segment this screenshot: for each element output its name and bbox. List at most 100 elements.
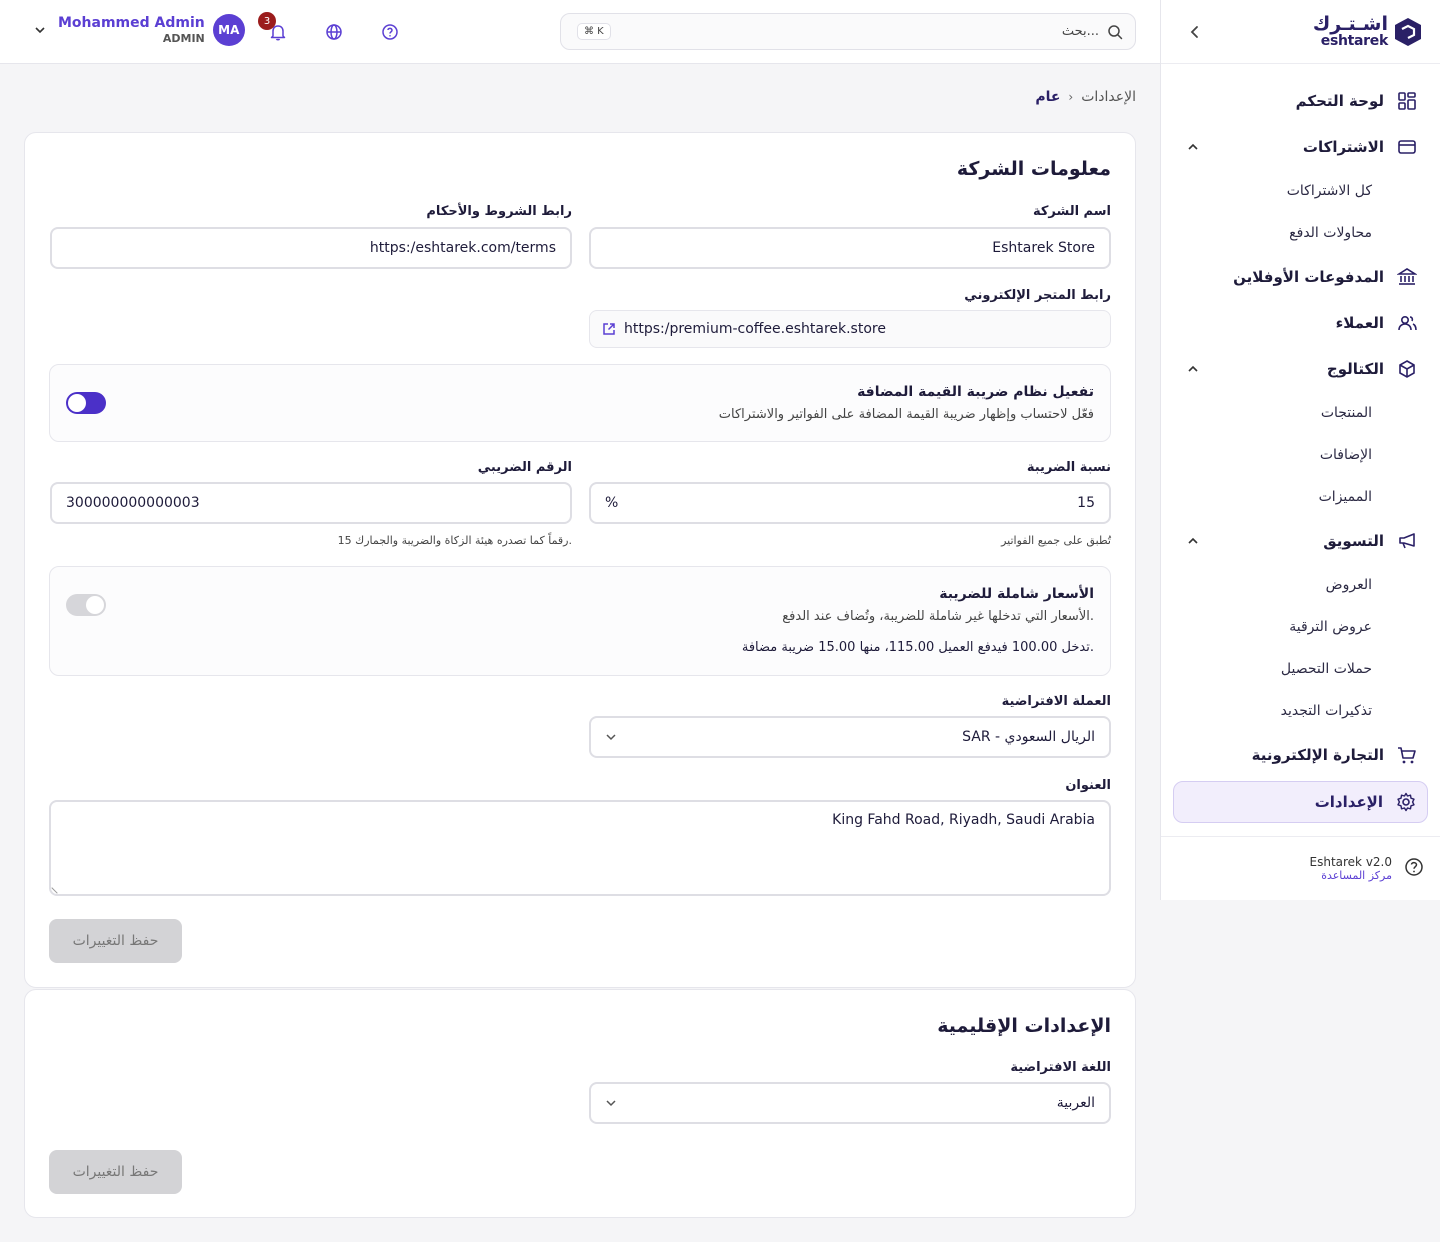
globe-icon [326,24,342,40]
save-regional-button[interactable]: حفظ التغييرات [49,1150,182,1194]
user-menu[interactable]: Mohammed Admin ADMIN MA [34,14,245,46]
search-input[interactable]: ⌘ K بحث... [560,13,1136,50]
sidebar-item-subscriptions[interactable]: الاشتراكات [1161,124,1440,170]
tax-inclusive-switch[interactable] [66,594,106,616]
tax-rate-hint: تُطبق على جميع الفواتير [1001,534,1111,547]
save-company-button[interactable]: حفظ التغييرات [49,919,182,963]
tax-rate-field[interactable]: % 15 [589,482,1111,524]
regional-settings-card: الإعدادات الإقليمية اللغة الافتراضية الع… [24,989,1136,1218]
user-name: Mohammed Admin [58,15,205,31]
store-url-label: رابط المتجر الإلكتروني [964,288,1111,303]
notification-count-badge: 3 [258,12,276,30]
percent-unit: % [605,495,619,511]
search-icon [1107,24,1123,40]
sidebar-item-renewal-reminders[interactable]: تذكيرات التجديد [1161,690,1440,732]
resize-handle[interactable] [51,882,63,894]
chevron-up-icon [1185,139,1201,155]
help-circle-icon[interactable] [1404,857,1424,881]
sidebar-item-label: العملاء [1335,314,1384,332]
sidebar-item-upgrade-offers[interactable]: عروض الترقية [1161,606,1440,648]
sidebar-item-ecommerce[interactable]: التجارة الإلكترونية [1161,732,1440,778]
vat-toggle-box: تفعيل نظام ضريبة القيمة المضافة فعّل لاح… [49,364,1111,442]
sidebar-item-offers[interactable]: العروض [1161,564,1440,606]
tax-number-field[interactable]: 300000000000003 [50,482,572,524]
sidebar-item-all-subscriptions[interactable]: كل الاشتراكات [1161,170,1440,212]
company-name-label: اسم الشركة [1032,204,1111,219]
sidebar-item-payment-attempts[interactable]: محاولات الدفع [1161,212,1440,254]
currency-select[interactable]: SAR - الريال السعودي [589,716,1111,758]
sidebar-item-label: الاشتراكات [1302,138,1384,156]
chevron-up-icon [1185,533,1201,549]
sidebar-item-features[interactable]: المميزات [1161,476,1440,518]
store-url-value: https:/premium-coffee.eshtarek.store [624,321,886,337]
company-name-field[interactable]: Eshtarek Store [589,227,1111,269]
external-link-icon[interactable] [602,322,616,336]
topbar: Mohammed Admin ADMIN MA 3 ⌘ K بحث... [0,0,1160,64]
sidebar-item-label: الكتالوج [1326,360,1384,378]
breadcrumb-separator: › [1068,90,1074,104]
tax-inclusive-example: تدخل 100.00 فيدفع العميل 115.00، منها 15… [741,640,1094,655]
user-role: ADMIN [162,31,205,45]
credit-card-icon [1396,136,1418,158]
cart-icon [1396,744,1418,766]
collapse-sidebar-button[interactable] [1183,20,1207,44]
logo-text-en: eshtarek [1320,33,1389,49]
logo-mark-icon [1395,17,1421,46]
address-value: King Fahd Road, Riyadh, Saudi Arabia [832,812,1095,828]
help-circle-icon [382,24,398,40]
sidebar-item-label: التسويق [1323,532,1384,550]
avatar: MA [212,14,245,46]
sidebar-item-dashboard[interactable]: لوحة التحكم [1161,78,1440,124]
sidebar-item-label: الإعدادات [1314,793,1383,811]
sidebar-footer: Eshtarek v2.0 مركز المساعدة [1161,836,1440,900]
chevron-down-icon [605,1097,617,1109]
tax-inclusive-title: الأسعار شاملة للضريبة [939,586,1094,602]
sidebar: اشـتـرك eshtarek لوحة التحكم الاشتراكات … [1160,0,1440,900]
sidebar-item-addons[interactable]: الإضافات [1161,434,1440,476]
sidebar-nav: لوحة التحكم الاشتراكات كل الاشتراكات محا… [1161,64,1440,823]
sidebar-item-label: المدفوعات الأوفلاين [1233,268,1384,286]
logo-text-ar: اشـتـرك [1312,13,1388,35]
megaphone-icon [1396,530,1418,552]
store-url-field[interactable]: https:/premium-coffee.eshtarek.store [589,310,1111,348]
currency-value: SAR - الريال السعودي [962,729,1095,745]
sidebar-item-label: لوحة التحكم [1295,92,1384,110]
sidebar-item-settings[interactable]: الإعدادات [1173,781,1428,823]
sidebar-item-marketing[interactable]: التسويق [1161,518,1440,564]
terms-url-field[interactable]: https:/eshtarek.com/terms [50,227,572,269]
sidebar-item-products[interactable]: المنتجات [1161,392,1440,434]
currency-label: العملة الافتراضية [1001,694,1111,709]
sidebar-item-catalog[interactable]: الكتالوج [1161,346,1440,392]
bank-icon [1396,266,1418,288]
sidebar-item-dunning-campaigns[interactable]: حملات التحصيل [1161,648,1440,690]
dashboard-grid-icon [1396,90,1418,112]
package-icon [1396,358,1418,380]
breadcrumb-settings-link[interactable]: الإعدادات [1081,89,1136,105]
help-center-link[interactable]: مركز المساعدة [1310,869,1392,882]
language-select[interactable]: العربية [589,1082,1111,1124]
language-label: اللغة الافتراضية [1010,1060,1111,1075]
gear-icon [1395,791,1417,813]
address-label: العنوان [1065,778,1111,793]
users-icon [1396,312,1418,334]
tax-number-label: الرقم الضريبي [477,460,572,475]
vat-toggle-description: فعّل لاحتساب وإظهار ضريبة القيمة المضافة… [718,407,1094,422]
vat-toggle-switch[interactable] [66,392,106,414]
sidebar-item-label: التجارة الإلكترونية [1251,746,1384,764]
regional-settings-title: الإعدادات الإقليمية [937,1015,1111,1037]
help-button[interactable] [380,22,400,42]
chevron-up-icon [1185,361,1201,377]
sidebar-header: اشـتـرك eshtarek [1161,0,1440,64]
language-button[interactable] [324,22,344,42]
sidebar-item-offline-payments[interactable]: المدفوعات الأوفلاين [1161,254,1440,300]
chevron-down-icon [605,731,617,743]
company-info-card: معلومات الشركة اسم الشركة Eshtarek Store… [24,132,1136,988]
tax-inclusive-box: الأسعار شاملة للضريبة الأسعار التي تدخله… [49,566,1111,676]
address-field[interactable]: King Fahd Road, Riyadh, Saudi Arabia [49,800,1111,896]
tax-inclusive-description: الأسعار التي تدخلها غير شاملة للضريبة، و… [782,609,1094,624]
logo[interactable]: اشـتـرك eshtarek [1313,15,1422,48]
company-info-title: معلومات الشركة [956,158,1111,180]
tax-rate-label: نسبة الضريبة [1026,460,1111,475]
tax-number-hint: 15 رقماً كما تصدره هيئة الزكاة والضريبة … [337,534,572,547]
sidebar-item-customers[interactable]: العملاء [1161,300,1440,346]
